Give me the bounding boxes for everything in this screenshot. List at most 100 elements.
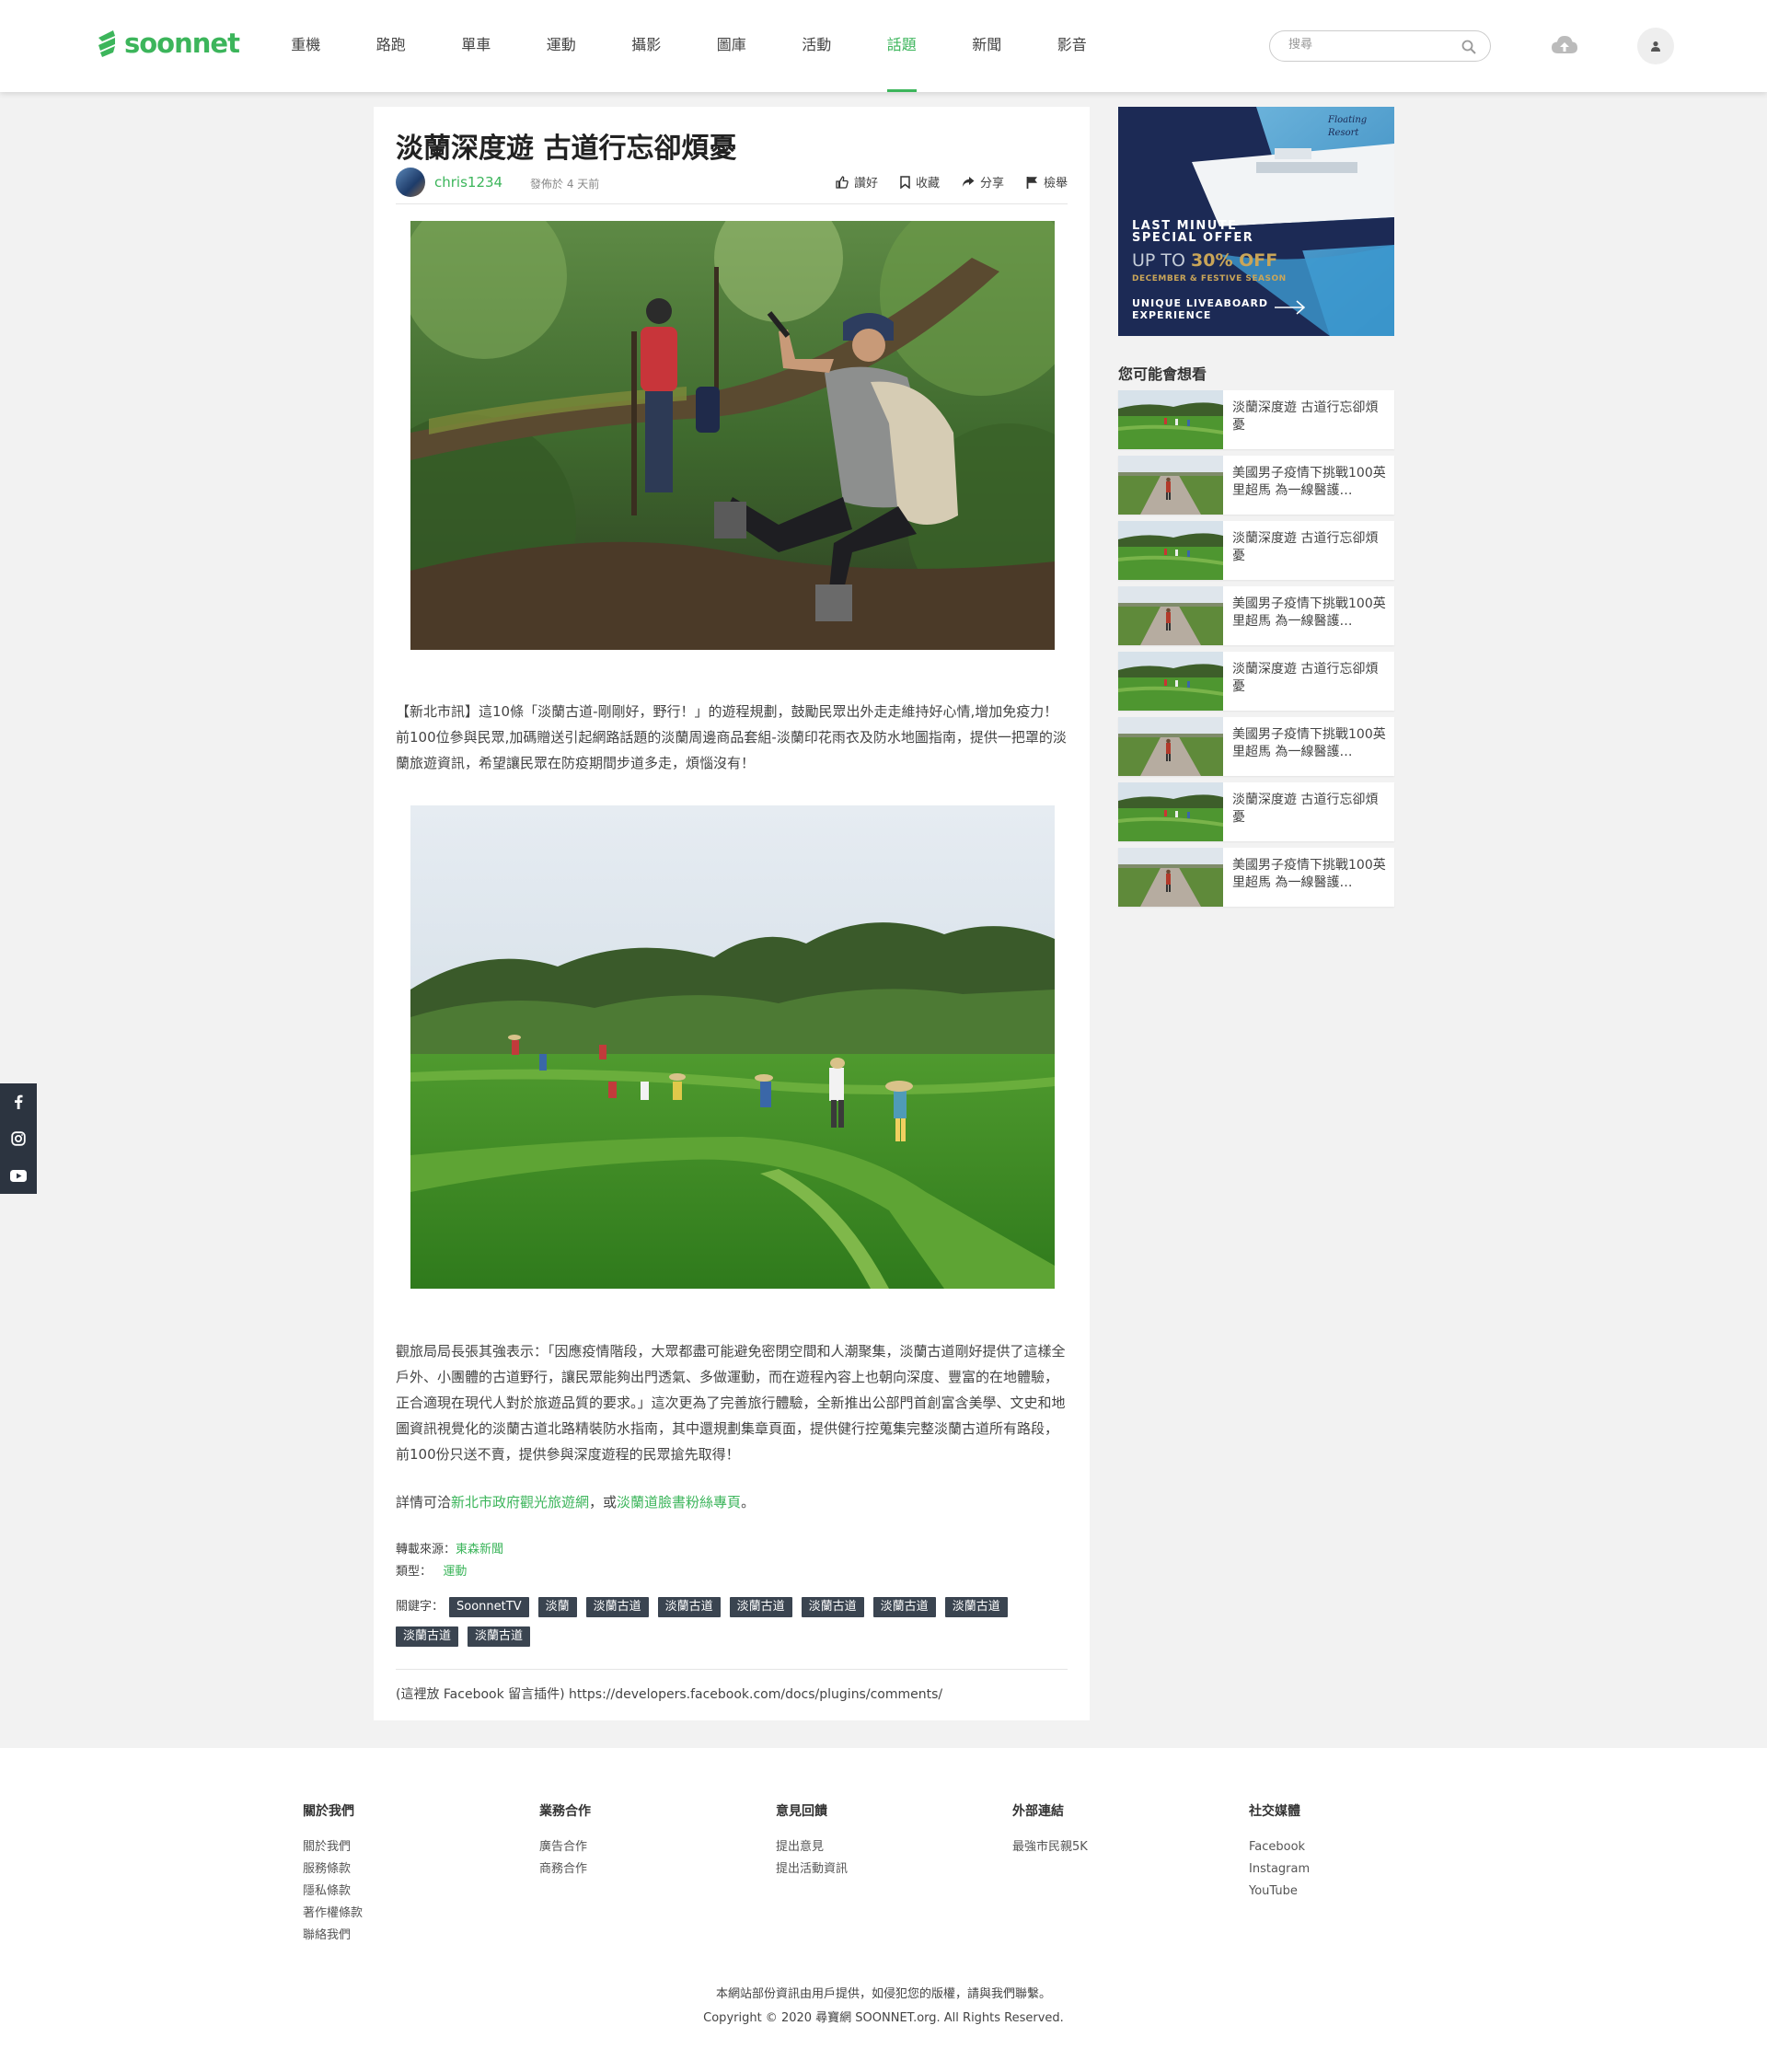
tag[interactable]: 淡蘭古道 xyxy=(729,1596,792,1617)
related-item-title: 美國男子疫情下挑戰100英里超馬 為一線醫護… xyxy=(1232,858,1386,890)
facebook-fanpage-link[interactable]: 淡蘭道臉書粉絲專頁 xyxy=(617,1494,741,1511)
tag[interactable]: 淡蘭古道 xyxy=(801,1596,864,1617)
tag[interactable]: 淡蘭 xyxy=(537,1596,577,1617)
p3-suffix: 。 xyxy=(741,1494,756,1511)
tag[interactable]: 淡蘭古道 xyxy=(944,1596,1008,1617)
related-item[interactable]: 淡蘭深度遊 古道行忘卻煩憂 xyxy=(1118,652,1394,711)
related-item[interactable]: 美國男子疫情下挑戰100英里超馬 為一線醫護… xyxy=(1118,586,1394,645)
footer-link[interactable]: 廣告合作 xyxy=(539,1836,591,1858)
nav-item[interactable]: 重機 xyxy=(263,0,349,92)
related-title: 您可能會想看 xyxy=(1118,365,1207,383)
thumbs-up-icon xyxy=(836,175,849,189)
related-item[interactable]: 淡蘭深度遊 古道行忘卻煩憂 xyxy=(1118,782,1394,841)
footer-notice: 本網站部份資訊由用戶提供，如侵犯您的版權，請與我們聯繫。 xyxy=(715,1987,1051,2001)
related-list: 淡蘭深度遊 古道行忘卻煩憂 美國男子疫情下挑戰100英里超馬 為一線醫護… 淡蘭深度… xyxy=(1118,390,1394,913)
related-thumbnail xyxy=(1118,390,1223,449)
related-thumbnail xyxy=(1118,848,1223,907)
nav-item[interactable]: 活動 xyxy=(774,0,860,92)
author-avatar[interactable] xyxy=(396,168,425,197)
ad-exp2: EXPERIENCE xyxy=(1132,309,1212,321)
footer-link[interactable]: 著作權條款 xyxy=(303,1903,363,1925)
nav-item-active[interactable]: 話題 xyxy=(860,0,945,92)
main-nav: 重機 路跑 單車 運動 攝影 圖庫 活動 話題 新聞 影音 xyxy=(263,0,1114,92)
footer-column: 關於我們 關於我們 服務條款 隱私條款 著作權條款 聯絡我們 xyxy=(303,1801,363,1947)
tourism-website-link[interactable]: 新北市政府觀光旅遊網 xyxy=(451,1494,589,1511)
footer-column: 意見回饋提出意見 提出活動資訊 xyxy=(776,1801,848,1881)
footer-link[interactable]: Instagram xyxy=(1249,1858,1310,1881)
nav-item[interactable]: 圖庫 xyxy=(689,0,775,92)
report-label: 檢舉 xyxy=(1043,177,1068,191)
related-item-title: 淡蘭深度遊 古道行忘卻煩憂 xyxy=(1232,662,1379,694)
tag[interactable]: SoonnetTV xyxy=(449,1596,529,1617)
nav-item[interactable]: 單車 xyxy=(433,0,519,92)
tags-label: 關鍵字： xyxy=(396,1600,445,1614)
facebook-icon[interactable] xyxy=(0,1083,37,1120)
footer-link[interactable]: 隱私條款 xyxy=(303,1881,363,1903)
footer-link[interactable]: 聯絡我們 xyxy=(303,1925,363,1947)
related-item[interactable]: 美國男子疫情下挑戰100英里超馬 為一線醫護… xyxy=(1118,848,1394,907)
footer-column: 外部連結 最強市民親5K xyxy=(1012,1801,1088,1858)
footer-link[interactable]: 提出意見 xyxy=(776,1836,848,1858)
footer-link[interactable]: 服務條款 xyxy=(303,1858,363,1881)
footer-column-title: 關於我們 xyxy=(303,1804,354,1819)
article-title: 淡蘭深度遊 古道行忘卻煩憂 xyxy=(396,133,737,165)
tag[interactable]: 淡蘭古道 xyxy=(396,1626,459,1647)
p3-mid: ，或 xyxy=(589,1494,618,1511)
instagram-icon[interactable] xyxy=(0,1120,37,1157)
related-item[interactable]: 淡蘭深度遊 古道行忘卻煩憂 xyxy=(1118,521,1394,580)
tag[interactable]: 淡蘭古道 xyxy=(872,1596,936,1617)
ad-brand: Floating Resort xyxy=(1328,115,1368,138)
footer-link[interactable]: 關於我們 xyxy=(303,1836,363,1858)
nav-item[interactable]: 路跑 xyxy=(349,0,434,92)
footer-column-title: 社交媒體 xyxy=(1249,1804,1300,1819)
nav-item[interactable]: 運動 xyxy=(519,0,605,92)
related-item-title: 淡蘭深度遊 古道行忘卻煩憂 xyxy=(1232,531,1379,563)
nav-item[interactable]: 影音 xyxy=(1030,0,1115,92)
tag[interactable]: 淡蘭古道 xyxy=(585,1596,649,1617)
nav-item[interactable]: 攝影 xyxy=(604,0,689,92)
report-button[interactable]: 檢舉 xyxy=(1026,173,1068,191)
search-box xyxy=(1269,30,1491,62)
tag[interactable]: 淡蘭古道 xyxy=(468,1626,531,1647)
youtube-icon[interactable] xyxy=(0,1157,37,1194)
footer-link[interactable]: YouTube xyxy=(1249,1881,1310,1903)
footer-column-title: 意見回饋 xyxy=(776,1804,827,1819)
ad-offer-value: 30% OFF xyxy=(1191,250,1278,271)
related-item[interactable]: 美國男子疫情下挑戰100英里超馬 為一線醫護… xyxy=(1118,717,1394,776)
article-paragraph-3: 詳情可洽新北市政府觀光旅遊網，或淡蘭道臉書粉絲專頁。 xyxy=(396,1489,1068,1515)
related-item[interactable]: 淡蘭深度遊 古道行忘卻煩憂 xyxy=(1118,390,1394,449)
source-link[interactable]: 東森新聞 xyxy=(456,1543,503,1557)
posted-time: 發佈於 4 天前 xyxy=(530,178,600,191)
article-actions: 讚好 收藏 分享 檢舉 xyxy=(836,173,1068,191)
footer-column: 業務合作 廣告合作 商務合作 xyxy=(539,1801,591,1881)
ad-season: DECEMBER & FESTIVE SEASON xyxy=(1132,274,1287,284)
footer-link[interactable]: 最強市民親5K xyxy=(1012,1836,1088,1858)
ad-offer: UP TO 30% OFF xyxy=(1132,251,1277,270)
search-input[interactable] xyxy=(1288,38,1454,52)
author-name[interactable]: chris1234 xyxy=(434,174,502,191)
site-logo[interactable]: soonnet xyxy=(95,28,240,59)
type-link[interactable]: 運動 xyxy=(443,1565,467,1579)
user-avatar-button[interactable] xyxy=(1637,28,1674,64)
article-photo-forest-hikers xyxy=(410,221,1055,650)
footer-link[interactable]: Facebook xyxy=(1249,1836,1310,1858)
article-photo-rice-field xyxy=(410,805,1055,1289)
article-meta: chris1234 發佈於 4 天前 讚好 收藏 分享 檢舉 xyxy=(396,168,1068,204)
search-icon[interactable] xyxy=(1461,39,1477,55)
footer-link[interactable]: 提出活動資訊 xyxy=(776,1858,848,1881)
share-label: 分享 xyxy=(979,177,1004,191)
tag[interactable]: 淡蘭古道 xyxy=(657,1596,721,1617)
related-thumbnail xyxy=(1118,717,1223,776)
like-button[interactable]: 讚好 xyxy=(836,173,878,191)
save-label: 收藏 xyxy=(915,177,940,191)
share-icon xyxy=(962,177,975,187)
ad-offer-prefix: UP TO xyxy=(1132,250,1192,271)
article-source-info: 轉載來源：東森新聞 類型： 運動 xyxy=(396,1539,503,1583)
share-button[interactable]: 分享 xyxy=(962,173,1004,191)
advertisement-banner[interactable]: Floating Resort LAST MINUTE SPECIAL OFFE… xyxy=(1118,107,1394,336)
footer-link[interactable]: 商務合作 xyxy=(539,1858,591,1881)
nav-item[interactable]: 新聞 xyxy=(944,0,1030,92)
save-button[interactable]: 收藏 xyxy=(900,173,940,191)
related-item[interactable]: 美國男子疫情下挑戰100英里超馬 為一線醫護… xyxy=(1118,456,1394,515)
cloud-upload-icon[interactable] xyxy=(1551,33,1578,57)
